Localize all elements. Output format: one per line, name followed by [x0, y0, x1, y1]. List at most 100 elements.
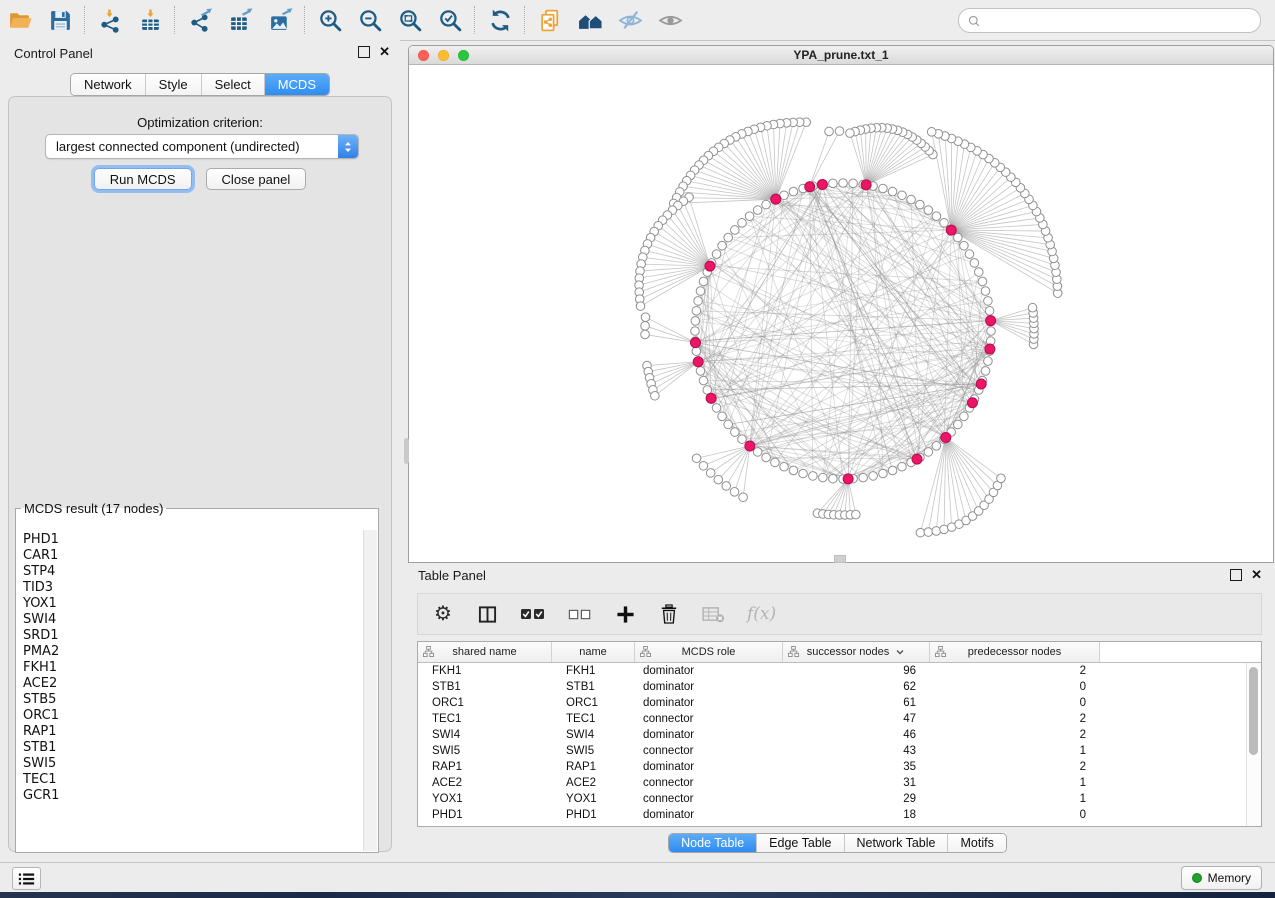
graph-hub-node[interactable] [946, 225, 956, 235]
graph-node[interactable] [960, 241, 969, 250]
graph-node[interactable] [738, 219, 747, 228]
import-table-button[interactable] [130, 3, 170, 37]
graph-node[interactable] [718, 412, 727, 421]
tab-mcds[interactable]: MCDS [265, 74, 329, 95]
graph-node[interactable] [730, 488, 739, 497]
zoom-out-button[interactable] [350, 3, 390, 37]
mcds-result-item[interactable]: STB5 [23, 692, 364, 708]
graph-hub-node[interactable] [705, 261, 715, 271]
graph-node[interactable] [940, 219, 949, 228]
tab-style[interactable]: Style [146, 74, 202, 95]
table-row[interactable]: STB1STB1dominator620 [418, 679, 1261, 695]
table-tab-edge-table[interactable]: Edge Table [757, 834, 844, 852]
graph-node[interactable] [835, 127, 844, 136]
graph-node[interactable] [819, 473, 828, 482]
graph-node[interactable] [799, 469, 808, 478]
column-header-MCDS-role[interactable]: MCDS role [635, 642, 783, 662]
graph-node[interactable] [978, 277, 987, 286]
graph-node[interactable] [696, 367, 705, 376]
unchecked-pair-button[interactable] [568, 602, 592, 626]
canvas-vscrollbar-thumb[interactable] [404, 438, 409, 464]
graph-node[interactable] [898, 191, 907, 200]
memory-button[interactable]: Memory [1181, 866, 1262, 890]
graph-node[interactable] [932, 527, 941, 536]
optimization-criterion-select[interactable]: largest connected component (undirected) [45, 134, 359, 159]
graph-node[interactable] [789, 466, 798, 475]
graph-node[interactable] [692, 454, 701, 463]
graph-hub-node[interactable] [985, 344, 995, 354]
mcds-result-item[interactable]: SRD1 [23, 628, 364, 644]
graph-node[interactable] [724, 420, 733, 429]
save-session-button[interactable] [40, 3, 80, 37]
export-image-button[interactable] [260, 3, 300, 37]
graph-node[interactable] [724, 233, 733, 242]
graph-node[interactable] [954, 233, 963, 242]
graph-node[interactable] [974, 268, 983, 277]
graph-node[interactable] [985, 307, 994, 316]
import-network-button[interactable] [90, 3, 130, 37]
zoom-in-button[interactable] [310, 3, 350, 37]
graph-node[interactable] [641, 313, 650, 322]
graph-hub-node[interactable] [693, 357, 703, 367]
mcds-result-item[interactable]: PHD1 [23, 532, 364, 548]
close-panel-icon[interactable]: ✕ [379, 46, 390, 58]
mcds-result-item[interactable]: FKH1 [23, 660, 364, 676]
graph-node[interactable] [981, 367, 990, 376]
checked-pair-button[interactable] [520, 602, 546, 626]
graph-hub-node[interactable] [861, 180, 871, 190]
mcds-list-scrollbar[interactable] [363, 530, 377, 851]
graph-node[interactable] [997, 474, 1006, 483]
graph-hub-node[interactable] [967, 398, 977, 408]
table-tab-node-table[interactable]: Node Table [669, 834, 757, 852]
graph-node[interactable] [699, 277, 708, 286]
graph-node[interactable] [924, 448, 933, 457]
graph-node[interactable] [879, 184, 888, 193]
mcds-result-item[interactable]: PMA2 [23, 644, 364, 660]
graph-node[interactable] [694, 297, 703, 306]
graph-node[interactable] [771, 458, 780, 467]
graph-node[interactable] [888, 187, 897, 196]
graph-node[interactable] [651, 391, 660, 400]
graph-node[interactable] [879, 469, 888, 478]
zoom-fit-button[interactable] [390, 3, 430, 37]
graph-node[interactable] [849, 179, 858, 188]
columns-button[interactable] [476, 602, 498, 626]
table-tab-motifs[interactable]: Motifs [948, 834, 1005, 852]
graph-hub-node[interactable] [706, 393, 716, 403]
table-row[interactable]: TEC1TEC1connector472 [418, 711, 1261, 727]
graph-node[interactable] [739, 493, 748, 502]
column-header-predecessor-nodes[interactable]: predecessor nodes [930, 642, 1100, 662]
graph-node[interactable] [932, 442, 941, 451]
graph-hub-node[interactable] [805, 182, 815, 192]
float-table-panel-icon[interactable] [1230, 569, 1242, 581]
table-row[interactable]: FKH1FKH1dominator962 [418, 663, 1261, 679]
graph-node[interactable] [731, 428, 740, 437]
graph-node[interactable] [924, 528, 933, 537]
mcds-result-item[interactable]: YOX1 [23, 596, 364, 612]
table-row[interactable]: YOX1YOX1connector291 [418, 791, 1261, 807]
plus-button[interactable] [614, 602, 636, 626]
column-header-name[interactable]: name [552, 642, 635, 662]
gear-button[interactable]: ⚙ [432, 602, 454, 626]
graph-node[interactable] [718, 241, 727, 250]
graph-node[interactable] [699, 376, 708, 385]
zoom-selected-button[interactable] [430, 3, 470, 37]
refresh-button[interactable] [480, 3, 520, 37]
table-row[interactable]: PHD1PHD1dominator180 [418, 807, 1261, 823]
graph-node[interactable] [829, 179, 838, 188]
mcds-result-item[interactable]: STP4 [23, 564, 364, 580]
first-neighbors-button[interactable] [570, 3, 610, 37]
graph-node[interactable] [924, 206, 933, 215]
graph-node[interactable] [691, 317, 700, 326]
table-row[interactable]: RAP1RAP1dominator352 [418, 759, 1261, 775]
graph-node[interactable] [641, 330, 650, 339]
graph-node[interactable] [753, 448, 762, 457]
graph-node[interactable] [706, 469, 715, 478]
graph-node[interactable] [738, 435, 747, 444]
table-row[interactable]: ACE2ACE2connector311 [418, 775, 1261, 791]
graph-node[interactable] [898, 462, 907, 471]
graph-node[interactable] [692, 347, 701, 356]
graph-node[interactable] [825, 127, 834, 136]
mcds-result-item[interactable]: SWI4 [23, 612, 364, 628]
mcds-result-item[interactable]: CAR1 [23, 548, 364, 564]
